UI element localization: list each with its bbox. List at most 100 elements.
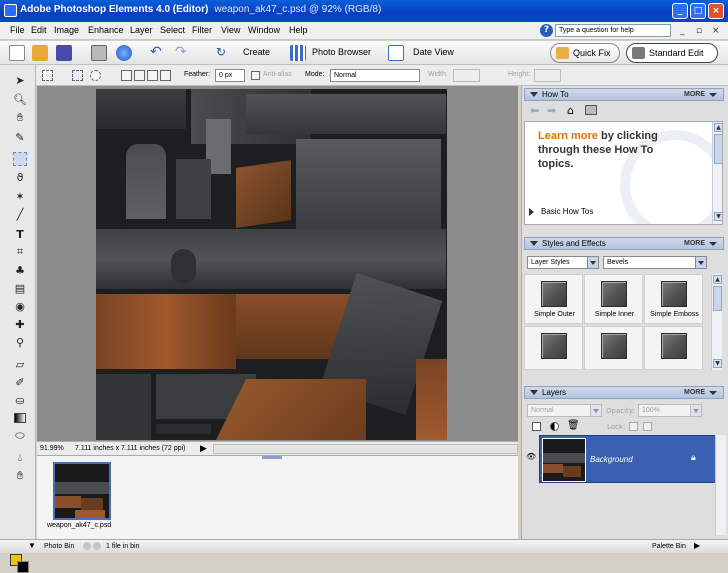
close-button[interactable]: × (708, 3, 724, 19)
adjustment-layer-icon[interactable] (550, 422, 559, 431)
next-photo-icon[interactable] (93, 542, 101, 550)
eraser-tool-icon[interactable]: ▱ (13, 357, 27, 371)
minimize-button[interactable]: _ (672, 3, 688, 19)
menu-help[interactable]: Help (289, 25, 308, 35)
menu-edit[interactable]: Edit (31, 25, 47, 35)
move-tool-icon[interactable]: ➤ (13, 73, 27, 87)
sponge-tool-icon[interactable]: ✋︎ (13, 469, 27, 483)
menu-enhance[interactable]: Enhance (88, 25, 124, 35)
undo-icon[interactable]: ↶ (150, 45, 166, 61)
new-file-icon[interactable] (9, 45, 25, 61)
brush-tool-icon[interactable]: ✐ (13, 375, 27, 389)
layers-more-button[interactable]: MORE (684, 387, 705, 398)
intersect-selection-icon[interactable] (160, 70, 171, 81)
style-category-select[interactable]: Layer Styles (527, 256, 599, 269)
blend-mode-select[interactable]: Normal (527, 404, 602, 417)
basic-howtos-link[interactable]: Basic How Tos (541, 207, 593, 216)
photo-bin-toggle-icon[interactable]: ▼ (28, 541, 36, 550)
howto-more-button[interactable]: MORE (684, 89, 705, 100)
photo-browser-button[interactable]: Photo Browser (312, 47, 371, 57)
type-tool-icon[interactable]: T (13, 227, 27, 241)
menu-window[interactable]: Window (248, 25, 280, 35)
horizontal-scrollbar[interactable] (213, 444, 518, 454)
menu-view[interactable]: View (221, 25, 240, 35)
menu-filter[interactable]: Filter (192, 25, 212, 35)
doc-close-button[interactable]: × (712, 26, 720, 36)
rect-marquee-option-icon[interactable] (72, 70, 83, 81)
shape-tool-icon[interactable]: ⬭ (13, 429, 27, 443)
layers-scrollbar[interactable] (715, 435, 726, 535)
create-icon[interactable]: ↻ (216, 45, 232, 61)
previous-photo-icon[interactable] (83, 542, 91, 550)
zoom-tool-icon[interactable]: 🔍︎ (13, 92, 27, 106)
style-swatch[interactable] (644, 326, 703, 370)
style-swatch[interactable] (584, 326, 643, 370)
create-button[interactable]: Create (243, 47, 270, 57)
new-selection-icon[interactable] (121, 70, 132, 81)
styles-palette-header[interactable]: Styles and Effects MORE (524, 237, 724, 250)
style-simple-outer[interactable]: Simple Outer (524, 274, 583, 324)
add-selection-icon[interactable] (134, 70, 145, 81)
print-icon[interactable] (91, 45, 107, 61)
width-input[interactable] (453, 69, 480, 82)
crop-tool-icon[interactable]: ⌗ (13, 245, 27, 259)
healing-brush-tool-icon[interactable]: ✚ (13, 317, 27, 331)
style-subcategory-select[interactable]: Bevels (603, 256, 707, 269)
magic-wand-tool-icon[interactable]: ✶ (13, 189, 27, 203)
bin-resize-handle[interactable] (262, 456, 282, 459)
doc-restore-button[interactable]: ▫ (696, 26, 702, 36)
lasso-tool-icon[interactable]: ϑ (13, 170, 27, 184)
opacity-input[interactable]: 100% (638, 404, 702, 417)
height-input[interactable] (534, 69, 561, 82)
new-layer-icon[interactable] (532, 422, 541, 431)
zoom-level[interactable]: 91.99% (40, 445, 64, 452)
eyedropper-tool-icon[interactable]: ✎ (13, 130, 27, 144)
styles-more-button[interactable]: MORE (684, 238, 705, 249)
open-folder-icon[interactable] (32, 45, 48, 61)
photo-bin-thumbnail[interactable] (53, 462, 111, 520)
rect-marquee-tool-icon[interactable] (13, 152, 27, 166)
photo-browser-icon[interactable] (290, 45, 306, 61)
quick-fix-button[interactable]: Quick Fix (550, 43, 620, 63)
clone-stamp-tool-icon[interactable]: ⚲ (13, 335, 27, 349)
date-view-button[interactable]: Date View (413, 47, 454, 57)
mode-select[interactable]: Normal (330, 69, 420, 82)
marquee-preset-icon[interactable] (42, 70, 53, 81)
home-icon[interactable]: ⌂ (567, 104, 580, 117)
date-view-icon[interactable] (388, 45, 404, 61)
menu-file[interactable]: File (10, 25, 25, 35)
redo-icon[interactable]: ↷ (175, 45, 191, 61)
selection-brush-tool-icon[interactable]: ╱ (13, 207, 27, 221)
cookie-cutter-tool-icon[interactable]: ♣ (13, 263, 27, 277)
back-arrow-icon[interactable]: ⬅ (530, 104, 543, 117)
palette-bin-toggle-icon[interactable]: ▶ (694, 541, 700, 550)
menu-image[interactable]: Image (54, 25, 79, 35)
help-search-input[interactable]: Type a question for help (555, 24, 671, 37)
visibility-eye-icon[interactable]: 👁︎ (526, 452, 536, 461)
gradient-tool-icon[interactable] (13, 411, 27, 425)
doc-minimize-button[interactable]: _ (680, 26, 685, 36)
menu-layer[interactable]: Layer (130, 25, 153, 35)
style-swatch[interactable] (524, 326, 583, 370)
photo-bin-toggle[interactable]: Photo Bin (44, 543, 74, 550)
standard-edit-button[interactable]: Standard Edit (626, 43, 718, 63)
status-menu-arrow-icon[interactable]: ▶ (200, 443, 207, 454)
hand-tool-icon[interactable]: ✋︎ (13, 111, 27, 125)
delete-layer-icon[interactable]: 🗑︎ (567, 420, 580, 431)
styles-scrollbar[interactable]: ▲ ▼ (711, 274, 722, 370)
lock-transparency-icon[interactable] (629, 422, 638, 431)
paint-bucket-tool-icon[interactable]: ⛀ (13, 393, 27, 407)
maximize-button[interactable]: □ (690, 3, 706, 19)
online-services-icon[interactable] (116, 45, 132, 61)
style-simple-inner[interactable]: Simple Inner (584, 274, 643, 324)
antialias-checkbox[interactable] (251, 71, 260, 80)
red-eye-tool-icon[interactable]: ◉ (13, 299, 27, 313)
layers-palette-header[interactable]: Layers MORE (524, 386, 724, 399)
lock-all-icon[interactable] (643, 422, 652, 431)
background-color-swatch[interactable] (17, 561, 29, 573)
image-canvas[interactable] (96, 89, 447, 440)
save-icon[interactable] (56, 45, 72, 61)
straighten-tool-icon[interactable]: ▤ (13, 281, 27, 295)
feather-input[interactable]: 0 px (215, 69, 245, 82)
blur-tool-icon[interactable]: 💧︎ (13, 451, 27, 465)
